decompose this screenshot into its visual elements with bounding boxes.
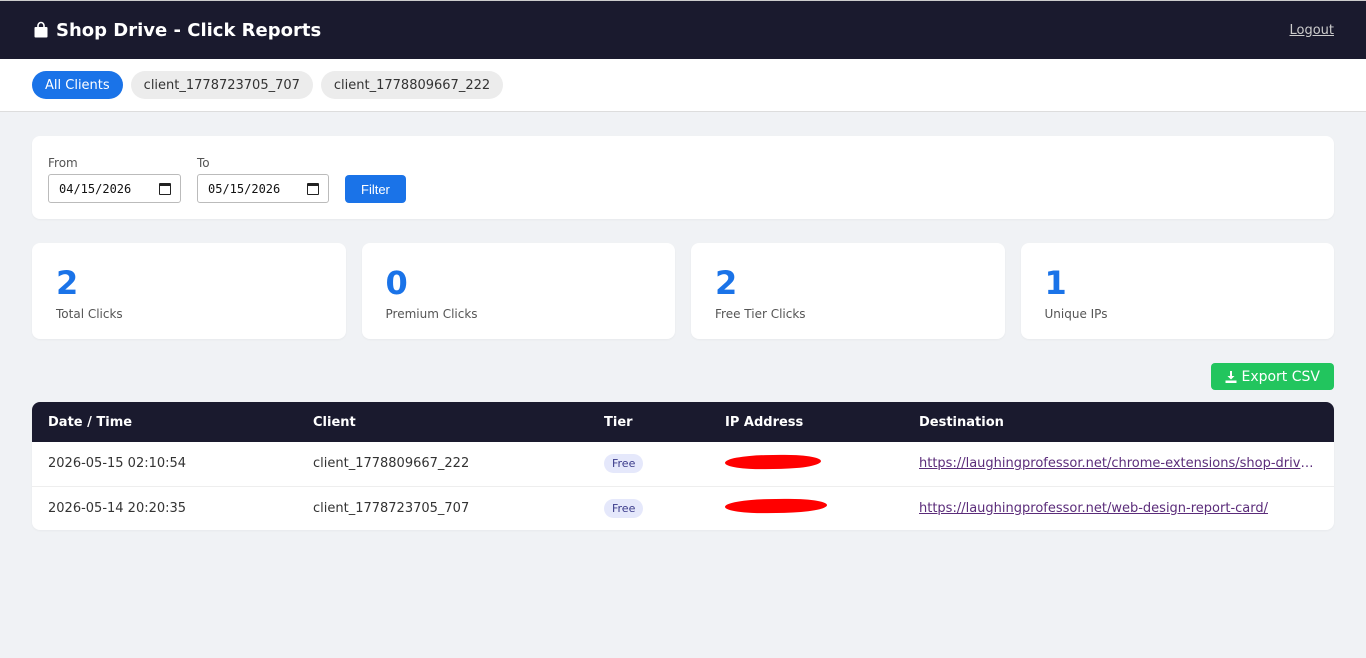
to-field: To 05/15/2026 — [197, 156, 329, 203]
destination-link[interactable]: https://laughingprofessor.net/chrome-ext… — [919, 456, 1317, 471]
from-label: From — [48, 156, 78, 170]
to-date-value: 05/15/2026 — [208, 181, 281, 196]
tier-badge: Free — [604, 454, 644, 474]
cell-tier: Free — [588, 486, 709, 530]
shopping-bag-icon — [32, 21, 50, 39]
export-csv-button[interactable]: Export CSV — [1211, 363, 1334, 390]
stat-card-free-tier-clicks: 2 Free Tier Clicks — [691, 243, 1005, 339]
from-date-input[interactable]: 04/15/2026 — [48, 174, 181, 203]
client-pill-707[interactable]: client_1778723705_707 — [130, 71, 313, 99]
column-header-tier: Tier — [604, 414, 633, 430]
cell-datetime: 2026-05-14 20:20:35 — [48, 500, 187, 516]
stats-row: 2 Total Clicks 0 Premium Clicks 2 Free T… — [32, 243, 1334, 339]
cell-client: client_1778809667_222 — [297, 442, 588, 487]
stat-value: 1 — [1044, 264, 1067, 302]
stat-value: 2 — [56, 264, 79, 302]
cell-destination: https://laughingprofessor.net/web-design… — [903, 486, 1334, 530]
column-header-client: Client — [313, 414, 356, 430]
calendar-icon[interactable] — [159, 182, 171, 195]
client-pill-222[interactable]: client_1778809667_222 — [320, 71, 504, 99]
cell-datetime: 2026-05-15 02:10:54 — [32, 442, 297, 487]
cell-client: client_1778723705_707 — [313, 500, 470, 516]
client-pill-all[interactable]: All Clients — [32, 71, 123, 99]
stat-card-total-clicks: 2 Total Clicks — [32, 243, 346, 339]
brand: Shop Drive - Click Reports — [32, 20, 321, 41]
from-field: From 04/15/2026 — [48, 156, 181, 203]
cell-destination: https://laughingprofessor.net/chrome-ext… — [903, 442, 1334, 487]
tier-badge: Free — [604, 498, 644, 518]
to-label: To — [197, 156, 210, 170]
stat-label: Free Tier Clicks — [715, 307, 806, 321]
column-header-ip: IP Address — [725, 414, 804, 430]
export-csv-label: Export CSV — [1241, 368, 1320, 385]
client-selector: All Clients client_1778723705_707 client… — [0, 59, 1366, 112]
app-header: Shop Drive - Click Reports Logout — [0, 0, 1366, 59]
stat-label: Total Clicks — [56, 307, 123, 321]
to-date-input[interactable]: 05/15/2026 — [197, 174, 329, 203]
cell-ip — [709, 486, 903, 530]
stat-value: 2 — [715, 264, 738, 302]
calendar-icon[interactable] — [307, 182, 319, 195]
table-row: 2026-05-14 20:20:35 client_1778723705_70… — [32, 486, 1334, 530]
filter-card: From 04/15/2026 To 05/15/2026 Filter — [32, 136, 1334, 219]
from-date-value: 04/15/2026 — [59, 181, 132, 196]
download-icon — [1225, 370, 1237, 383]
clicks-table: Date / Time Client Tier IP Address Desti… — [32, 402, 1334, 530]
export-row: Export CSV — [32, 363, 1334, 390]
destination-link[interactable]: https://laughingprofessor.net/web-design… — [919, 501, 1268, 516]
filter-button[interactable]: Filter — [345, 175, 406, 203]
cell-tier: Free — [588, 442, 709, 487]
stat-label: Unique IPs — [1044, 307, 1108, 321]
stat-card-premium-clicks: 0 Premium Clicks — [361, 243, 675, 339]
redacted-ip — [724, 453, 822, 470]
column-header-datetime: Date / Time — [48, 414, 133, 430]
cell-ip — [709, 442, 903, 487]
page-title: Shop Drive - Click Reports — [56, 19, 322, 41]
table-header-row: Date / Time Client Tier IP Address Desti… — [32, 402, 1334, 442]
column-header-destination: Destination — [919, 414, 1004, 430]
stat-value: 0 — [385, 264, 408, 302]
redacted-ip — [724, 498, 828, 515]
logout-link[interactable]: Logout — [1289, 23, 1334, 38]
main-content: From 04/15/2026 To 05/15/2026 Filter 2 T… — [0, 112, 1366, 530]
stat-card-unique-ips: 1 Unique IPs — [1020, 243, 1334, 339]
table-row: 2026-05-15 02:10:54 client_1778809667_22… — [32, 442, 1334, 487]
stat-label: Premium Clicks — [385, 307, 478, 321]
